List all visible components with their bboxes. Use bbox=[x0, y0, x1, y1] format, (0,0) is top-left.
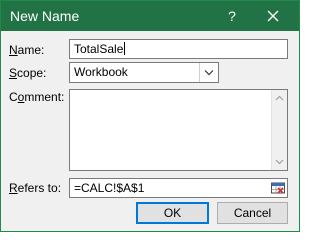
name-input[interactable]: TotalSale bbox=[69, 39, 288, 59]
name-input-value: TotalSale bbox=[74, 42, 124, 56]
close-icon bbox=[267, 10, 279, 22]
refers-to-label: Refers to: bbox=[9, 181, 61, 195]
refers-to-label-text: efers to: bbox=[17, 181, 62, 195]
ok-button[interactable]: OK bbox=[136, 202, 209, 224]
refers-to-input[interactable]: =CALC!$A$1 bbox=[69, 178, 288, 198]
text-caret bbox=[124, 42, 126, 55]
name-label: Name: bbox=[9, 43, 44, 57]
comment-label-text: mment: bbox=[24, 90, 65, 104]
range-selector-icon bbox=[271, 182, 285, 194]
help-button[interactable]: ? bbox=[225, 7, 239, 25]
comment-scrollbar[interactable] bbox=[271, 90, 287, 170]
scroll-up-icon[interactable] bbox=[275, 94, 284, 102]
dialog-title: New Name bbox=[10, 8, 80, 24]
cancel-button[interactable]: Cancel bbox=[217, 202, 288, 224]
name-label-accesskey: N bbox=[9, 43, 18, 57]
scroll-down-icon[interactable] bbox=[275, 158, 284, 166]
new-name-dialog: New Name ? Name: TotalSale Scope: Workbo… bbox=[0, 0, 300, 232]
title-bar[interactable]: New Name ? bbox=[1, 1, 299, 31]
chevron-down-icon bbox=[204, 70, 214, 76]
scope-label: Scope: bbox=[9, 66, 46, 80]
scope-select-value: Workbook bbox=[74, 65, 128, 79]
collapse-dialog-button[interactable] bbox=[270, 180, 286, 196]
scope-dropdown-button[interactable] bbox=[199, 63, 218, 82]
name-label-text: ame: bbox=[17, 43, 45, 57]
scope-label-text: cope: bbox=[17, 66, 47, 80]
comment-label-start: C bbox=[9, 90, 18, 104]
scope-label-accesskey: S bbox=[9, 66, 18, 80]
scope-select[interactable]: Workbook bbox=[69, 62, 219, 83]
comment-textarea[interactable] bbox=[69, 89, 288, 171]
close-button[interactable] bbox=[263, 6, 283, 26]
comment-label: Comment: bbox=[9, 90, 64, 104]
refers-to-label-accesskey: R bbox=[9, 181, 18, 195]
refers-to-input-value: =CALC!$A$1 bbox=[74, 181, 145, 195]
